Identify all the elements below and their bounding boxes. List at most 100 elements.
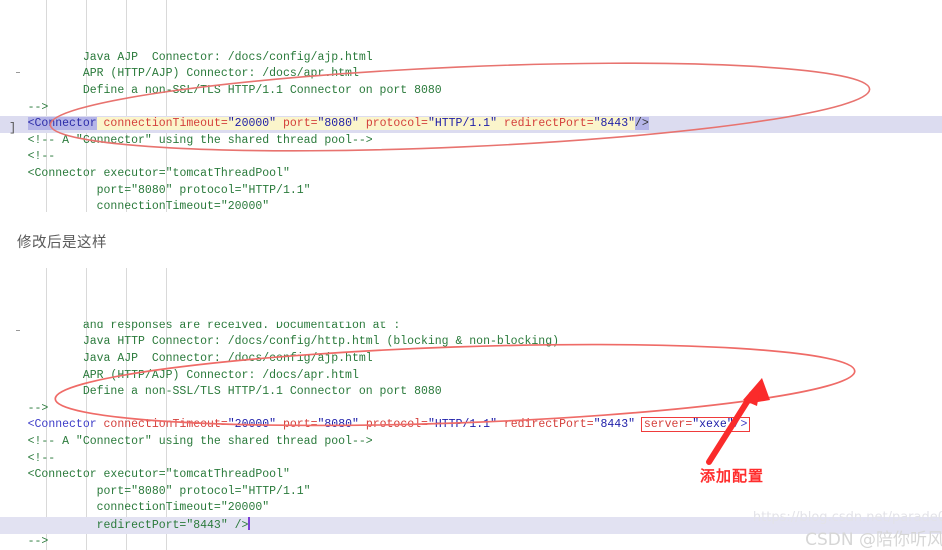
caption-after-modification: 修改后是这样 [17, 235, 107, 251]
code-line[interactable]: --> [0, 401, 942, 418]
code-token [96, 117, 104, 131]
code-token: protocol= [365, 117, 428, 131]
code-token: Java AJP Connector: /docs/config/ajp.htm… [0, 351, 373, 365]
code-line[interactable]: connectionTimeout="20000" [0, 199, 942, 212]
code-text: Java HTTP Connector: /docs/config/http.h… [0, 335, 559, 348]
code-token: <!-- A "Connector" using the shared thre… [0, 133, 373, 147]
code-token: --> [0, 534, 49, 548]
code-line[interactable]: port="8080" protocol="HTTP/1.1" [0, 484, 942, 501]
code-token: /> [733, 418, 748, 432]
annotation-label-add-config: 添加配置 [700, 467, 765, 485]
code-line[interactable]: <Connector connectionTimeout="20000" por… [0, 417, 942, 434]
code-token: redirectPort= [503, 418, 594, 432]
code-token: <Connector [27, 166, 97, 180]
code-line[interactable]: <Connector executor="tomcatThreadPool" [0, 166, 942, 183]
code-token: "xexe" [692, 418, 734, 432]
code-token: connectionTimeout= [103, 418, 228, 432]
code-text: <!-- A "Connector" using the shared thre… [0, 134, 373, 147]
code-line[interactable]: <!-- [0, 149, 942, 166]
code-text: <Connector connectionTimeout="20000" por… [0, 417, 751, 433]
code-text: Java AJP Connector: /docs/config/ajp.htm… [0, 352, 373, 365]
text-caret [248, 516, 250, 530]
code-fold-bracket[interactable]: ] [9, 120, 16, 137]
code-line[interactable]: port="8080" protocol="HTTP/1.1" [0, 183, 942, 200]
code-line[interactable]: <!-- [0, 451, 942, 468]
code-line[interactable]: APR (HTTP/AJP) Connector: /docs/apr.html [0, 368, 942, 385]
code-text: Java AJP Connector: /docs/config/ajp.htm… [0, 51, 373, 64]
code-line[interactable]: Define a non-SSL/TLS HTTP/1.1 Connector … [0, 83, 942, 100]
code-token: "8080" [317, 418, 359, 432]
watermark-url: https://blog.csdn.net/parade0 [752, 510, 942, 525]
code-token: Java AJP Connector: /docs/config/ajp.htm… [0, 50, 373, 64]
code-panel-after[interactable]: and responses are received. Documentatio… [0, 268, 942, 550]
gutter-tick [16, 72, 20, 73]
code-token: Java HTTP Connector: /docs/config/http.h… [0, 335, 559, 349]
code-token [276, 117, 283, 131]
code-text: --> [0, 534, 49, 548]
code-text: Define a non-SSL/TLS HTTP/1.1 Connector … [0, 84, 442, 97]
code-text: APR (HTTP/AJP) Connector: /docs/apr.html [0, 67, 359, 80]
code-line[interactable]: --> [0, 534, 942, 550]
code-token: "8080" [317, 117, 359, 131]
code-token: /> [635, 117, 649, 131]
code-line[interactable]: <Connector executor="tomcatThreadPool" [0, 467, 942, 484]
code-line[interactable]: <Connector connectionTimeout="20000" por… [0, 116, 942, 133]
code-token: APR (HTTP/AJP) Connector: /docs/apr.html [0, 67, 359, 81]
code-token: connectionTimeout="20000" [0, 501, 270, 515]
code-token: <!-- A "Connector" using the shared thre… [0, 434, 373, 448]
added-attribute-box: server="xexe"/> [640, 417, 751, 433]
code-text: APR (HTTP/AJP) Connector: /docs/apr.html [0, 369, 359, 382]
code-token: <!-- [0, 150, 56, 164]
code-line[interactable]: <!-- A "Connector" using the shared thre… [0, 133, 942, 150]
code-token: --> [0, 100, 49, 114]
code-line[interactable]: <!-- A "Connector" using the shared thre… [0, 434, 942, 451]
code-token: server= [643, 418, 693, 432]
code-token: <Connector [27, 117, 97, 131]
watermark-author: CSDN @陪你听风 [805, 530, 942, 550]
code-text: <!-- [0, 150, 56, 164]
code-token: <!-- [0, 451, 56, 465]
code-line[interactable]: Java AJP Connector: /docs/config/ajp.htm… [0, 351, 942, 368]
code-text: redirectPort="8443" /> [0, 519, 249, 532]
code-token: "8443" [593, 418, 636, 432]
code-token: connectionTimeout= [103, 117, 228, 131]
code-token [358, 117, 366, 131]
code-token: port= [282, 117, 318, 131]
code-text: connectionTimeout="20000" [0, 501, 270, 515]
code-token: APR (HTTP/AJP) Connector: /docs/apr.html [0, 368, 359, 382]
code-text: port="8080" protocol="HTTP/1.1" [0, 485, 311, 498]
code-token: Define a non-SSL/TLS HTTP/1.1 Connector … [0, 385, 442, 399]
code-token: "20000" [227, 418, 277, 432]
code-line[interactable]: APR (HTTP/AJP) Connector: /docs/apr.html [0, 66, 942, 83]
code-line[interactable]: Java AJP Connector: /docs/config/ajp.htm… [0, 50, 942, 67]
code-token: "8443" [593, 117, 636, 131]
code-token: "20000" [227, 117, 277, 131]
code-text: <Connector connectionTimeout="20000" por… [0, 117, 649, 131]
code-token: <Connector [27, 418, 97, 432]
code-token: <Connector executor="tomcatThreadPool" [0, 468, 290, 482]
code-line[interactable]: --> [0, 100, 942, 117]
code-text: port="8080" protocol="HTTP/1.1" [0, 184, 311, 197]
code-panel-before[interactable]: Java AJP Connector: /docs/config/ajp.htm… [0, 0, 942, 212]
code-token: --> [0, 401, 49, 415]
code-token [496, 117, 504, 131]
code-text: <Connector executor="tomcatThreadPool" [0, 468, 290, 481]
code-lines-before[interactable]: Java AJP Connector: /docs/config/ajp.htm… [0, 50, 942, 212]
code-text: --> [0, 401, 49, 415]
code-token: "HTTP/1.1" [427, 418, 497, 432]
code-line[interactable]: Define a non-SSL/TLS HTTP/1.1 Connector … [0, 384, 942, 401]
code-line[interactable]: Java HTTP Connector: /docs/config/http.h… [0, 334, 942, 351]
code-text: <!-- [0, 451, 56, 465]
code-text: connectionTimeout="20000" [0, 200, 270, 212]
gutter-tick-2 [16, 330, 20, 331]
code-text: --> [0, 100, 49, 114]
code-token: protocol= [365, 418, 428, 432]
code-text: <Connector executor="tomcatThreadPool" [0, 167, 290, 180]
screenshot-root: Java AJP Connector: /docs/config/ajp.htm… [0, 0, 942, 550]
code-token: port="8080" protocol="HTTP/1.1" [0, 183, 311, 197]
